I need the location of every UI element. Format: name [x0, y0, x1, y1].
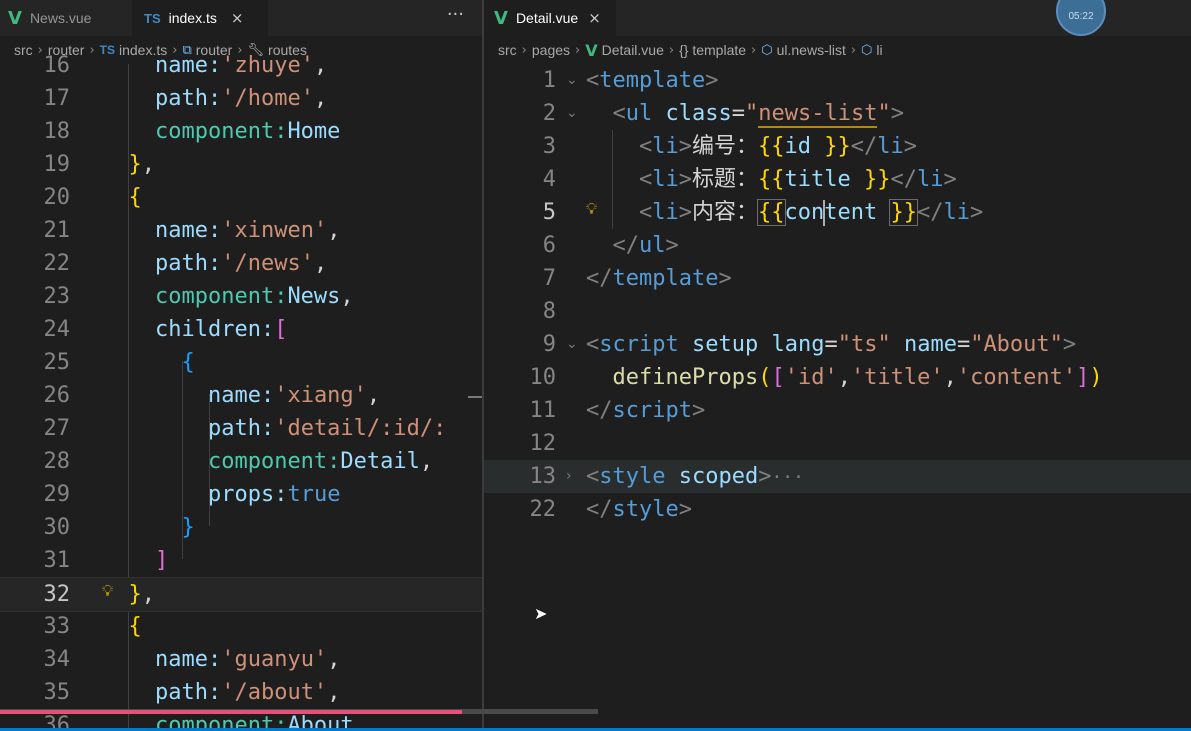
tab-news-vue[interactable]: V News.vue: [0, 0, 132, 36]
chevron-right-icon: ›: [751, 42, 757, 58]
code-line: 11 </script>: [529, 398, 706, 423]
close-icon[interactable]: ×: [588, 9, 601, 27]
breadcrumb: src › pages › V Detail.vue › {} template…: [484, 36, 1191, 64]
code-line: 2 ⌄ <ul class="news-list">: [484, 97, 1191, 130]
breadcrumb-template[interactable]: {} template: [679, 42, 746, 58]
code-line: 33 {: [43, 614, 142, 639]
code-line: 12: [529, 431, 557, 456]
code-line: 28 component:Detail,: [43, 449, 434, 474]
code-line: 9 ⌄ <script setup lang="ts" name="About">: [484, 328, 1191, 361]
code-line: 16 name:'zhuye',: [43, 53, 328, 78]
code-line-folded: 13 › <style scoped>···: [484, 460, 1191, 493]
editor-pane-left: V News.vue TS index.ts × ··· src › route…: [0, 0, 482, 731]
code-editor-right[interactable]: 1 ⌄ <template> 2 ⌄ <ul class="news-list"> 3…: [484, 64, 1191, 731]
code-editor-left[interactable]: 16 name:'zhuye', 17 path:'/home', 18 com…: [0, 53, 482, 731]
element-icon: ⬡: [861, 42, 873, 58]
code-line: 10 defineProps(['id','title','content']): [529, 365, 1103, 390]
chevron-down-icon[interactable]: ⌄: [566, 97, 578, 130]
folded-ellipsis[interactable]: ···: [771, 467, 804, 488]
tab-label: index.ts: [168, 10, 217, 26]
code-line: 1 ⌄ <template>: [484, 64, 1191, 97]
video-progress-bar: [0, 710, 462, 714]
code-line: 34 name:'guanyu',: [43, 647, 341, 672]
code-line: 22 path:'/news',: [43, 251, 328, 276]
code-line-current: 32 💡︎ },: [0, 577, 482, 612]
breadcrumb-pages[interactable]: pages: [532, 42, 570, 58]
breadcrumb-file[interactable]: Detail.vue: [602, 42, 664, 58]
chevron-right-icon: ›: [575, 42, 581, 58]
vue-icon: V: [585, 40, 598, 60]
code-line: 3 <li>编号：{{id }}</li>: [542, 134, 917, 159]
code-line: 24 children:[: [43, 317, 288, 342]
editor-pane-right: V Detail.vue × src › pages › V Detail.vu…: [484, 0, 1191, 731]
code-line: 22 </style>: [529, 497, 692, 522]
ts-icon: TS: [144, 10, 161, 26]
breadcrumb-li[interactable]: li: [876, 42, 882, 58]
tab-label: Detail.vue: [515, 10, 579, 26]
code-line: 29 props:true: [43, 482, 341, 507]
tab-bar-left: V News.vue TS index.ts × ···: [0, 0, 482, 36]
code-line: 27 path:'detail/:id/:: [43, 416, 447, 441]
chevron-down-icon[interactable]: ⌄: [566, 64, 578, 97]
code-line: 8: [542, 299, 556, 324]
chevron-down-icon[interactable]: ⌄: [566, 328, 578, 361]
chevron-right-icon: ›: [521, 42, 527, 58]
breadcrumb-ul[interactable]: ul.news-list: [777, 42, 846, 58]
tab-detail-vue[interactable]: V Detail.vue ×: [484, 0, 616, 36]
chevron-right-icon[interactable]: ›: [566, 460, 572, 493]
tab-index-ts[interactable]: TS index.ts ×: [132, 0, 268, 36]
minimap-marker: [468, 396, 482, 398]
code-line: 20 {: [43, 185, 142, 210]
vue-icon: V: [494, 7, 508, 29]
code-line: 6 </ul>: [542, 233, 679, 258]
code-line: 30 }: [43, 515, 195, 540]
close-icon[interactable]: ×: [231, 9, 244, 27]
code-line: 21 name:'xinwen',: [43, 218, 341, 243]
code-line: 7 </template>: [542, 266, 732, 291]
code-line: 18 component:Home: [43, 119, 341, 144]
code-line: 17 path:'/home',: [43, 86, 328, 111]
mouse-pointer-icon: ➤: [534, 604, 548, 623]
code-line: 19 },: [43, 152, 156, 177]
code-line: 26 name:'xiang',: [43, 383, 381, 408]
element-icon: ⬡: [761, 42, 773, 58]
code-line: 31 ]: [43, 548, 169, 573]
code-line: 35 path:'/about',: [43, 680, 341, 705]
breadcrumb-src[interactable]: src: [498, 42, 517, 58]
more-actions-icon[interactable]: ···: [447, 4, 464, 25]
tab-label: News.vue: [29, 10, 92, 26]
vue-icon: V: [8, 7, 22, 29]
code-line-current: 5 💡︎ <li>内容：{{content }}</li>: [484, 196, 1191, 229]
chevron-right-icon: ›: [850, 42, 857, 58]
code-line: 23 component:News,: [43, 284, 354, 309]
chevron-right-icon: ›: [668, 42, 675, 58]
code-line: 25 {: [43, 350, 195, 375]
